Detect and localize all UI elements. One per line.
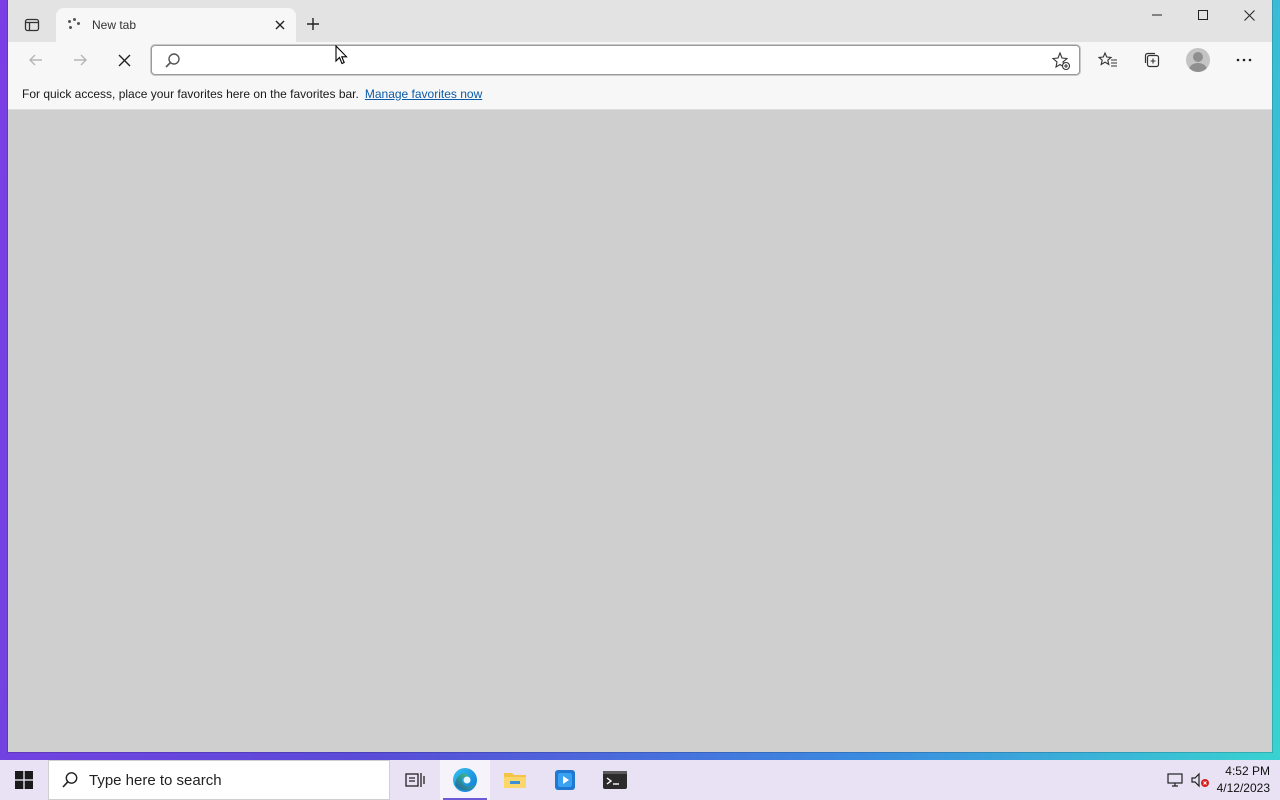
taskbar: Type here to search 4:52 PM 4/12/2023 — [0, 760, 1280, 800]
clock-time: 4:52 PM — [1225, 764, 1270, 778]
minimize-icon — [1152, 14, 1162, 16]
network-icon[interactable] — [1167, 772, 1185, 788]
collections-button[interactable] — [1136, 46, 1168, 74]
close-tab-button[interactable] — [270, 15, 290, 35]
folder-icon — [504, 773, 526, 788]
new-tab-button[interactable] — [302, 12, 324, 36]
maximize-button[interactable] — [1180, 0, 1226, 30]
close-window-button[interactable] — [1226, 0, 1272, 30]
profile-icon — [1186, 48, 1210, 72]
forward-button[interactable] — [64, 46, 96, 74]
favorites-bar: For quick access, place your favorites h… — [8, 78, 1272, 110]
favorites-button[interactable] — [1092, 46, 1124, 74]
stop-button[interactable] — [108, 46, 140, 74]
address-input[interactable] — [190, 50, 1040, 70]
forward-arrow-icon — [74, 54, 87, 66]
taskbar-search-placeholder: Type here to search — [89, 771, 222, 789]
close-icon — [275, 20, 285, 30]
address-bar[interactable] — [151, 45, 1080, 75]
search-icon — [165, 53, 180, 68]
stop-icon — [118, 54, 130, 66]
task-view-icon — [405, 773, 425, 787]
start-button[interactable] — [0, 760, 48, 800]
clock[interactable]: 4:52 PM 4/12/2023 — [1217, 763, 1270, 797]
manage-favorites-link[interactable]: Manage favorites now — [365, 87, 482, 101]
edge-icon — [453, 768, 477, 792]
favorites-icon — [1098, 51, 1117, 67]
plus-icon — [307, 18, 319, 30]
tab-title: New tab — [92, 18, 137, 32]
title-bar: New tab — [8, 0, 1272, 42]
close-window-icon — [1243, 9, 1255, 21]
star-add-icon[interactable] — [1051, 51, 1071, 71]
windows-icon — [15, 771, 33, 789]
favorites-bar-message: For quick access, place your favorites h… — [22, 86, 359, 101]
mouse-cursor-icon — [335, 45, 348, 65]
system-tray: 4:52 PM 4/12/2023 — [1167, 760, 1280, 800]
minimize-button[interactable] — [1134, 0, 1180, 30]
media-player-icon — [555, 770, 575, 790]
taskbar-file-explorer[interactable] — [490, 760, 540, 800]
tab-actions-icon — [24, 18, 40, 32]
page-content — [8, 110, 1272, 752]
search-icon — [62, 772, 78, 788]
terminal-icon — [603, 771, 627, 789]
more-button[interactable] — [1228, 46, 1260, 74]
volume-muted-icon[interactable] — [1191, 772, 1211, 788]
taskbar-app-blue[interactable] — [540, 760, 590, 800]
tab-new-tab[interactable]: New tab — [56, 8, 296, 42]
back-arrow-icon — [29, 54, 42, 66]
more-icon — [1236, 58, 1252, 62]
browser-window: New tab For quick access, place your fav… — [8, 0, 1272, 752]
toolbar — [8, 42, 1272, 78]
collections-icon — [1144, 52, 1160, 68]
taskbar-edge[interactable] — [440, 760, 490, 800]
taskbar-terminal[interactable] — [590, 760, 640, 800]
tab-actions-button[interactable] — [18, 12, 46, 38]
taskbar-search[interactable]: Type here to search — [48, 760, 390, 800]
task-view-button[interactable] — [390, 760, 440, 800]
maximize-icon — [1198, 10, 1208, 20]
clock-date: 4/12/2023 — [1216, 781, 1270, 795]
profile-button[interactable] — [1182, 46, 1214, 74]
back-button[interactable] — [20, 46, 52, 74]
loading-icon — [66, 17, 82, 33]
